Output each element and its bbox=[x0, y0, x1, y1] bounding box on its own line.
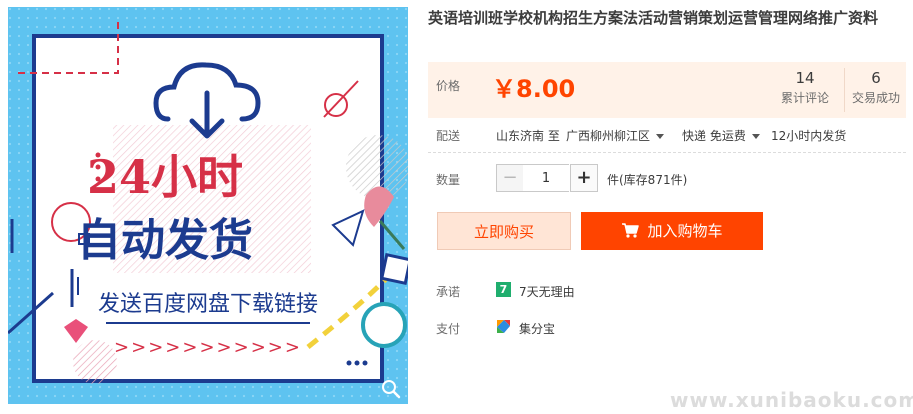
shipping-from: 山东济南 至 bbox=[496, 129, 560, 143]
sales-stat: 6 交易成功 bbox=[844, 68, 907, 112]
buy-now-button[interactable]: 立即购买 bbox=[437, 212, 571, 250]
quantity-decrease-button[interactable]: − bbox=[496, 164, 524, 192]
seven-day-return-icon: 7 bbox=[496, 282, 511, 297]
shipping-label: 配送 bbox=[436, 129, 461, 143]
chevron-down-icon bbox=[656, 134, 665, 139]
add-to-cart-button[interactable]: 加入购物车 bbox=[581, 212, 763, 250]
payment-label: 支付 bbox=[436, 322, 461, 336]
shipping-eta: 12小时内发货 bbox=[771, 129, 847, 143]
promise-text[interactable]: 7天无理由 bbox=[519, 283, 575, 300]
image-subline: 发送百度网盘下载链接 bbox=[97, 292, 318, 317]
quantity-label: 数量 bbox=[436, 173, 461, 187]
image-headline-24h: 24小时 bbox=[86, 150, 243, 204]
sales-count: 6 bbox=[871, 69, 881, 87]
sales-label: 交易成功 bbox=[851, 91, 900, 105]
price-label: 价格 bbox=[436, 79, 461, 93]
stock-note: 件(库存871件) bbox=[607, 173, 688, 187]
divider bbox=[428, 152, 906, 153]
payment-text[interactable]: 集分宝 bbox=[519, 320, 555, 337]
price-value: ￥8.00 bbox=[492, 75, 576, 103]
cart-icon bbox=[622, 223, 640, 238]
product-main-image[interactable]: 24小时 自动发货 发送百度网盘下载链接 >>>>>>>>>>> bbox=[8, 7, 408, 404]
quantity-increase-button[interactable]: + bbox=[570, 164, 598, 192]
shipping-destination-value: 广西柳州柳江区 bbox=[566, 129, 651, 143]
reviews-stat[interactable]: 14 累计评论 bbox=[766, 68, 844, 108]
shipping-method-select[interactable]: 快递 免运费 bbox=[682, 127, 760, 144]
reviews-count: 14 bbox=[795, 69, 815, 87]
image-headline-auto-delivery: 自动发货 bbox=[77, 215, 253, 266]
add-to-cart-label: 加入购物车 bbox=[647, 222, 723, 240]
watermark: www.xunibaoku.com bbox=[670, 388, 913, 412]
promise-label: 承诺 bbox=[436, 285, 461, 299]
reviews-label: 累计评论 bbox=[780, 91, 829, 105]
chevron-down-icon bbox=[751, 134, 760, 139]
image-arrows: >>>>>>>>>>> bbox=[114, 337, 302, 358]
zoom-icon[interactable] bbox=[380, 378, 402, 400]
quantity-input[interactable] bbox=[523, 164, 569, 192]
shipping-method-value: 快递 免运费 bbox=[682, 129, 746, 143]
price-box: 价格 ￥8.00 14 累计评论 6 交易成功 bbox=[428, 62, 906, 118]
jifenbao-icon bbox=[497, 320, 510, 333]
product-title: 英语培训班学校机构招生方案法活动营销策划运营管理网络推广资料 bbox=[428, 9, 879, 27]
shipping-destination-select[interactable]: 广西柳州柳江区 bbox=[566, 127, 665, 144]
